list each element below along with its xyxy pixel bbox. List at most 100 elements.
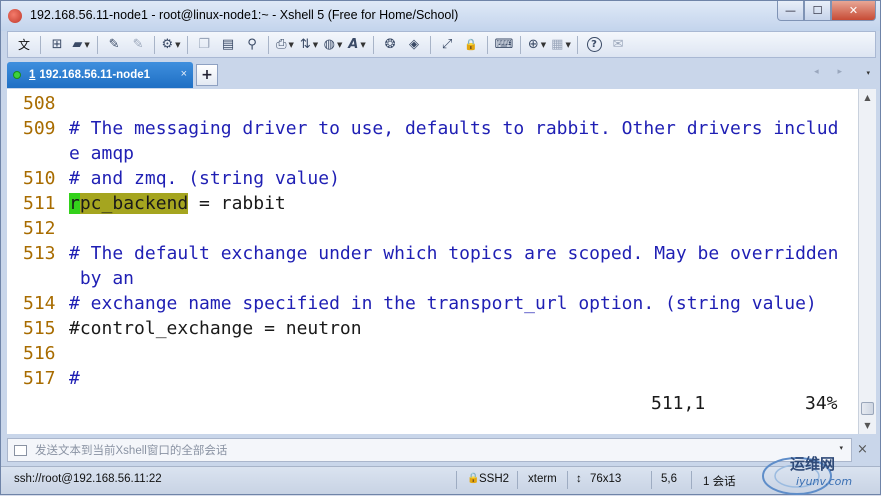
printer-icon[interactable]: ⎙ ▼ xyxy=(275,35,295,55)
globe-icon[interactable]: ◍ ▼ xyxy=(323,35,343,55)
chevron-down-icon[interactable]: ▼ xyxy=(84,41,89,49)
chat-icon[interactable]: ✉ xyxy=(608,35,628,55)
text-segment: # exchange name specified in the transpo… xyxy=(69,293,817,314)
chevron-down-icon[interactable]: ▼ xyxy=(541,41,546,49)
layout-icon[interactable]: ▦ ▼ xyxy=(551,35,571,55)
pen-disabled-icon: ✎ xyxy=(132,37,144,52)
line-text: #control_exchange = neutron xyxy=(69,316,362,341)
vim-cursor-position: 511,1 xyxy=(651,393,706,414)
chevron-down-icon[interactable]: ▼ xyxy=(289,41,294,49)
cursor-position-label: 5,6 xyxy=(661,473,677,485)
vim-file-percent: 34% xyxy=(805,393,838,414)
layout-icon-glyph: ▦ xyxy=(551,37,564,52)
terminal-line: by an xyxy=(7,266,858,291)
terminal-scrollbar[interactable]: ▲ ▼ xyxy=(858,89,876,434)
font-icon-glyph: A xyxy=(348,37,359,52)
terminal-line: 515 #control_exchange = neutron xyxy=(7,316,858,341)
line-text: # exchange name specified in the transpo… xyxy=(69,291,817,316)
compose-bar[interactable]: 发送文本到当前Xshell窗口的全部会话 ▾ xyxy=(7,438,852,462)
text-menu-button[interactable]: 文 xyxy=(14,35,34,55)
chevron-down-icon[interactable]: ▼ xyxy=(565,41,570,49)
connection-address: ssh://root@192.168.56.11:22 xyxy=(14,473,162,485)
text-segment: # The messaging driver to use, defaults … xyxy=(69,118,839,139)
line-text: # xyxy=(69,366,80,391)
title-bar[interactable]: 192.168.56.11-node1 - root@linux-node1:~… xyxy=(1,1,880,31)
line-text: rpc_backend = rabbit xyxy=(69,191,286,216)
line-text: # The messaging driver to use, defaults … xyxy=(69,116,838,141)
line-number: 516 xyxy=(23,343,56,364)
status-separator xyxy=(456,471,457,489)
close-button[interactable]: ✕ xyxy=(831,1,876,21)
window-title: 192.168.56.11-node1 - root@linux-node1:~… xyxy=(30,8,459,22)
lock-icon: 🔒 xyxy=(467,473,480,484)
toolbar-separator xyxy=(97,35,99,54)
toolbar-separator xyxy=(577,35,579,54)
scroll-up-icon[interactable]: ▲ xyxy=(859,89,876,106)
scrollbar-thumb[interactable] xyxy=(861,402,874,415)
tab-scroll-arrows-icon[interactable]: ◂ ▸ xyxy=(814,67,850,77)
line-number: 509 xyxy=(23,118,56,139)
chevron-down-icon[interactable]: ▼ xyxy=(360,41,365,49)
maximize-button[interactable]: ☐ xyxy=(804,1,831,21)
watermark-text: 运维网 xyxy=(790,455,836,473)
terminal-line: 512 xyxy=(7,216,858,241)
help-icon-glyph: ? xyxy=(586,37,602,52)
minimize-button[interactable]: — xyxy=(777,1,804,21)
status-separator xyxy=(517,471,518,489)
resize-icon: ↕ xyxy=(576,473,582,485)
text-segment: # xyxy=(69,368,80,389)
line-text: # and zmq. (string value) xyxy=(69,166,340,191)
chevron-down-icon[interactable]: ▼ xyxy=(313,41,318,49)
paste-icon[interactable]: ▤ xyxy=(218,35,238,55)
terminal-line: 517 # xyxy=(7,366,858,391)
chevron-down-icon[interactable]: ▼ xyxy=(175,41,180,49)
chevron-down-icon[interactable]: ▼ xyxy=(337,41,342,49)
copy-icon[interactable]: ❐ xyxy=(194,35,214,55)
toolbar-separator xyxy=(520,35,522,54)
toolbar-separator xyxy=(40,35,42,54)
font-icon[interactable]: A ▼ xyxy=(347,35,367,55)
transfer-icon[interactable]: ⇅ ▼ xyxy=(299,35,319,55)
keyboard-icon[interactable]: ⌨ xyxy=(494,35,514,55)
terminal-screen[interactable]: 511,1 34% 508 509 # The messaging driver t… xyxy=(7,89,858,434)
script-icon[interactable]: ❂ xyxy=(380,35,400,55)
add-tab-button[interactable]: + xyxy=(196,64,218,86)
toolbar-separator xyxy=(154,35,156,54)
connected-status-icon xyxy=(13,71,21,79)
scroll-down-icon[interactable]: ▼ xyxy=(859,417,876,434)
lock-icon[interactable]: 🔒 xyxy=(461,35,481,55)
line-number: 515 xyxy=(23,318,56,339)
window-controls: — ☐ ✕ xyxy=(777,1,876,21)
fullscreen-icon[interactable]: ⤢ xyxy=(437,35,457,55)
text-cursor: r xyxy=(69,193,80,214)
search-icon[interactable]: ⚲ xyxy=(242,35,262,55)
gear-icon[interactable]: ⚙ ▼ xyxy=(161,35,181,55)
compose-placeholder: 发送文本到当前Xshell窗口的全部会话 xyxy=(35,445,228,457)
line-number: 512 xyxy=(23,218,56,239)
tab-close-icon[interactable]: × xyxy=(181,68,187,80)
status-separator xyxy=(651,471,652,489)
line-number: 510 xyxy=(23,168,56,189)
xshell-window: 192.168.56.11-node1 - root@linux-node1:~… xyxy=(0,0,881,495)
status-bar: ssh://root@192.168.56.11:22 🔒 SSH2 xterm… xyxy=(1,466,880,494)
text-segment: = rabbit xyxy=(188,193,286,214)
transfer-icon-glyph: ⇅ xyxy=(299,37,311,52)
plus-box-icon[interactable]: ⊕ ▼ xyxy=(527,35,547,55)
xshell-app-icon[interactable] xyxy=(8,9,22,23)
tab-list-chevron-icon[interactable]: ▾ xyxy=(866,69,870,77)
tab-session-1[interactable]: 1 192.168.56.11-node1 × xyxy=(7,62,193,88)
line-number: 508 xyxy=(23,93,56,114)
terminal-type-label: xterm xyxy=(528,473,557,485)
toolbar-separator xyxy=(268,35,270,54)
folder-icon[interactable]: ▰ ▼ xyxy=(71,35,91,55)
help-icon[interactable]: ? xyxy=(584,35,604,55)
line-number: 514 xyxy=(23,293,56,314)
record-icon[interactable]: ◈ xyxy=(404,35,424,55)
session-count-label: 1 会话 xyxy=(703,476,736,488)
text-segment: # and zmq. (string value) xyxy=(69,168,340,189)
printer-icon-glyph: ⎙ xyxy=(276,37,287,52)
new-session-icon[interactable]: ⊞ xyxy=(47,35,67,55)
terminal-line: 511 rpc_backend = rabbit xyxy=(7,191,858,216)
pen-icon[interactable]: ✎ xyxy=(104,35,124,55)
toolbar-separator xyxy=(487,35,489,54)
